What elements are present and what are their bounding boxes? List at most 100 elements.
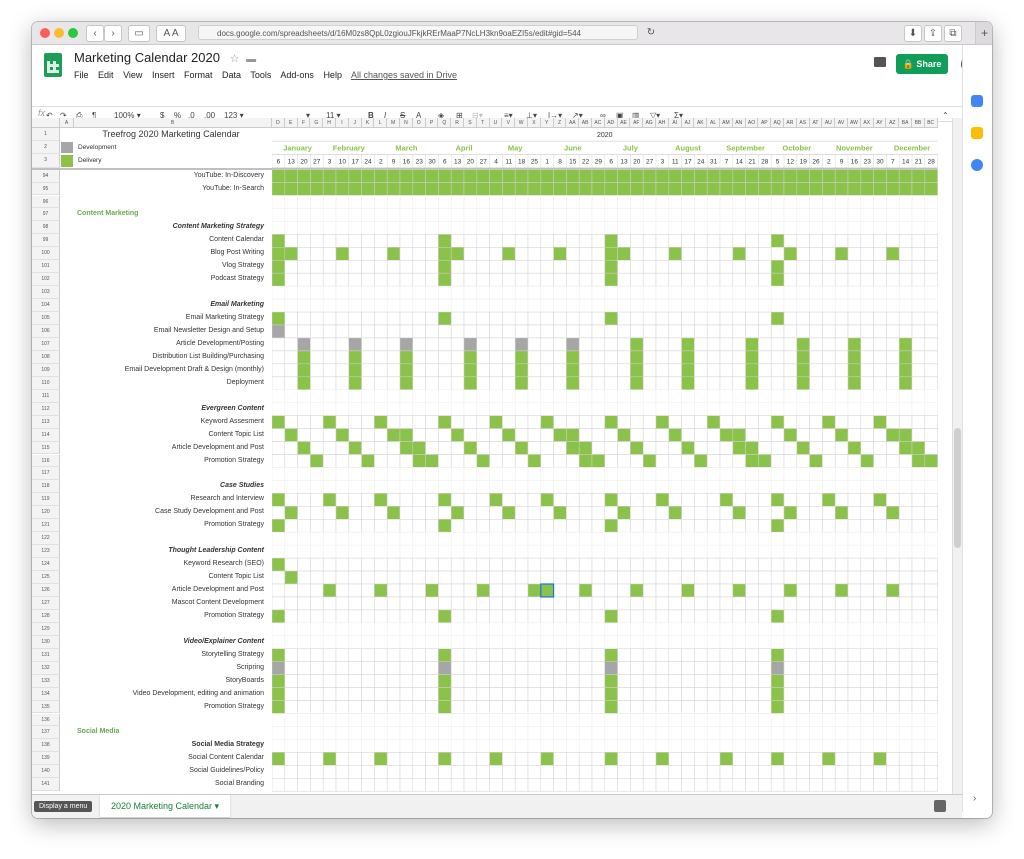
timeline-cell[interactable] xyxy=(834,337,849,352)
timeline-cell[interactable] xyxy=(706,674,721,688)
timeline-cell[interactable] xyxy=(527,402,542,416)
timeline-cell[interactable] xyxy=(591,389,606,403)
timeline-cell[interactable] xyxy=(873,441,887,455)
timeline-cell[interactable] xyxy=(463,544,478,559)
timeline-cell[interactable] xyxy=(425,765,439,779)
timeline-cell[interactable] xyxy=(335,726,350,740)
timeline-cell[interactable] xyxy=(681,480,695,494)
timeline-cell[interactable] xyxy=(783,169,798,183)
timeline-cell[interactable] xyxy=(834,570,849,585)
timeline-cell[interactable] xyxy=(514,674,529,688)
timeline-cell[interactable] xyxy=(809,726,823,740)
timeline-cell[interactable] xyxy=(553,454,567,468)
timeline-cell[interactable] xyxy=(745,441,759,455)
timeline-cell[interactable] xyxy=(706,208,721,222)
timeline-cell[interactable] xyxy=(335,350,350,365)
timeline-cell[interactable] xyxy=(425,402,439,416)
timeline-cell[interactable] xyxy=(463,557,478,572)
row-number[interactable]: 113 xyxy=(32,415,60,429)
timeline-cell[interactable] xyxy=(438,221,452,235)
timeline-cell[interactable] xyxy=(272,402,286,416)
timeline-cell[interactable] xyxy=(847,739,862,753)
timeline-cell[interactable] xyxy=(438,739,452,753)
timeline-cell[interactable] xyxy=(502,428,516,442)
expand-panel-icon[interactable]: › xyxy=(973,793,976,804)
timeline-cell[interactable] xyxy=(502,298,516,313)
timeline-cell[interactable] xyxy=(553,493,567,507)
timeline-cell[interactable] xyxy=(886,739,900,753)
timeline-cell[interactable] xyxy=(630,285,644,300)
timeline-cell[interactable] xyxy=(732,441,746,455)
tab-2020-marketing-calendar[interactable]: 2020 Marketing Calendar ▾ xyxy=(100,795,230,817)
timeline-cell[interactable] xyxy=(463,739,478,753)
timeline-cell[interactable] xyxy=(476,557,490,572)
timeline-cell[interactable] xyxy=(694,221,708,235)
timeline-cell[interactable] xyxy=(514,648,529,662)
timeline-cell[interactable] xyxy=(809,454,823,468)
row-label[interactable]: Article Development and Post xyxy=(75,442,267,455)
timeline-cell[interactable] xyxy=(604,700,618,714)
timeline-cell[interactable] xyxy=(450,609,465,624)
timeline-cell[interactable] xyxy=(783,609,798,624)
row-number[interactable]: 124 xyxy=(32,558,60,572)
timeline-cell[interactable] xyxy=(463,493,478,507)
timeline-cell[interactable] xyxy=(284,778,298,792)
timeline-cell[interactable] xyxy=(834,557,849,572)
timeline-cell[interactable] xyxy=(732,739,746,753)
timeline-cell[interactable] xyxy=(719,389,734,403)
timeline-cell[interactable] xyxy=(297,531,311,546)
timeline-cell[interactable] xyxy=(655,363,670,378)
row-label[interactable]: Article Development and Post xyxy=(75,584,267,597)
timeline-cell[interactable] xyxy=(578,467,593,481)
row-number[interactable]: 106 xyxy=(32,325,60,338)
timeline-cell[interactable] xyxy=(463,221,478,235)
timeline-cell[interactable] xyxy=(642,480,657,494)
row-number[interactable]: 101 xyxy=(32,260,60,274)
timeline-cell[interactable] xyxy=(310,389,324,403)
timeline-cell[interactable] xyxy=(898,363,913,378)
timeline-cell[interactable] xyxy=(438,260,452,274)
timeline-cell[interactable] xyxy=(502,169,516,183)
timeline-cell[interactable] xyxy=(681,765,695,779)
timeline-cell[interactable] xyxy=(425,272,439,287)
timeline-cell[interactable] xyxy=(310,260,324,274)
timeline-cell[interactable] xyxy=(911,337,926,352)
timeline-cell[interactable] xyxy=(450,169,465,183)
timeline-cell[interactable] xyxy=(604,454,618,468)
timeline-cell[interactable] xyxy=(847,700,862,714)
timeline-cell[interactable] xyxy=(655,531,670,546)
timeline-cell[interactable] xyxy=(911,467,926,481)
row-number[interactable]: 102 xyxy=(32,273,60,287)
timeline-cell[interactable] xyxy=(591,674,606,688)
timeline-cell[interactable] xyxy=(873,415,887,429)
timeline-cell[interactable] xyxy=(322,272,337,287)
timeline-cell[interactable] xyxy=(438,234,452,248)
timeline-cell[interactable] xyxy=(860,674,874,688)
timeline-cell[interactable] xyxy=(425,570,439,585)
timeline-cell[interactable] xyxy=(578,182,593,196)
timeline-cell[interactable] xyxy=(502,700,516,714)
timeline-cell[interactable] xyxy=(873,687,887,701)
timeline-cell[interactable] xyxy=(822,169,836,183)
timeline-cell[interactable] xyxy=(438,687,452,701)
timeline-cell[interactable] xyxy=(514,778,529,792)
timeline-cell[interactable] xyxy=(911,363,926,378)
timeline-cell[interactable] xyxy=(335,713,350,727)
timeline-cell[interactable] xyxy=(822,531,836,546)
timeline-cell[interactable] xyxy=(578,493,593,507)
row-number[interactable]: 117 xyxy=(32,467,60,481)
timeline-cell[interactable] xyxy=(642,376,657,390)
timeline-cell[interactable] xyxy=(566,739,580,753)
timeline-cell[interactable] xyxy=(361,739,375,753)
timeline-cell[interactable] xyxy=(834,778,849,792)
timeline-cell[interactable] xyxy=(847,778,862,792)
timeline-cell[interactable] xyxy=(540,480,554,494)
timeline-cell[interactable] xyxy=(399,221,414,235)
timeline-cell[interactable] xyxy=(476,596,490,611)
timeline-cell[interactable] xyxy=(655,260,670,274)
timeline-cell[interactable] xyxy=(502,519,516,533)
timeline-cell[interactable] xyxy=(335,687,350,701)
timeline-cell[interactable] xyxy=(476,298,490,313)
timeline-cell[interactable] xyxy=(694,544,708,559)
timeline-cell[interactable] xyxy=(361,389,375,403)
